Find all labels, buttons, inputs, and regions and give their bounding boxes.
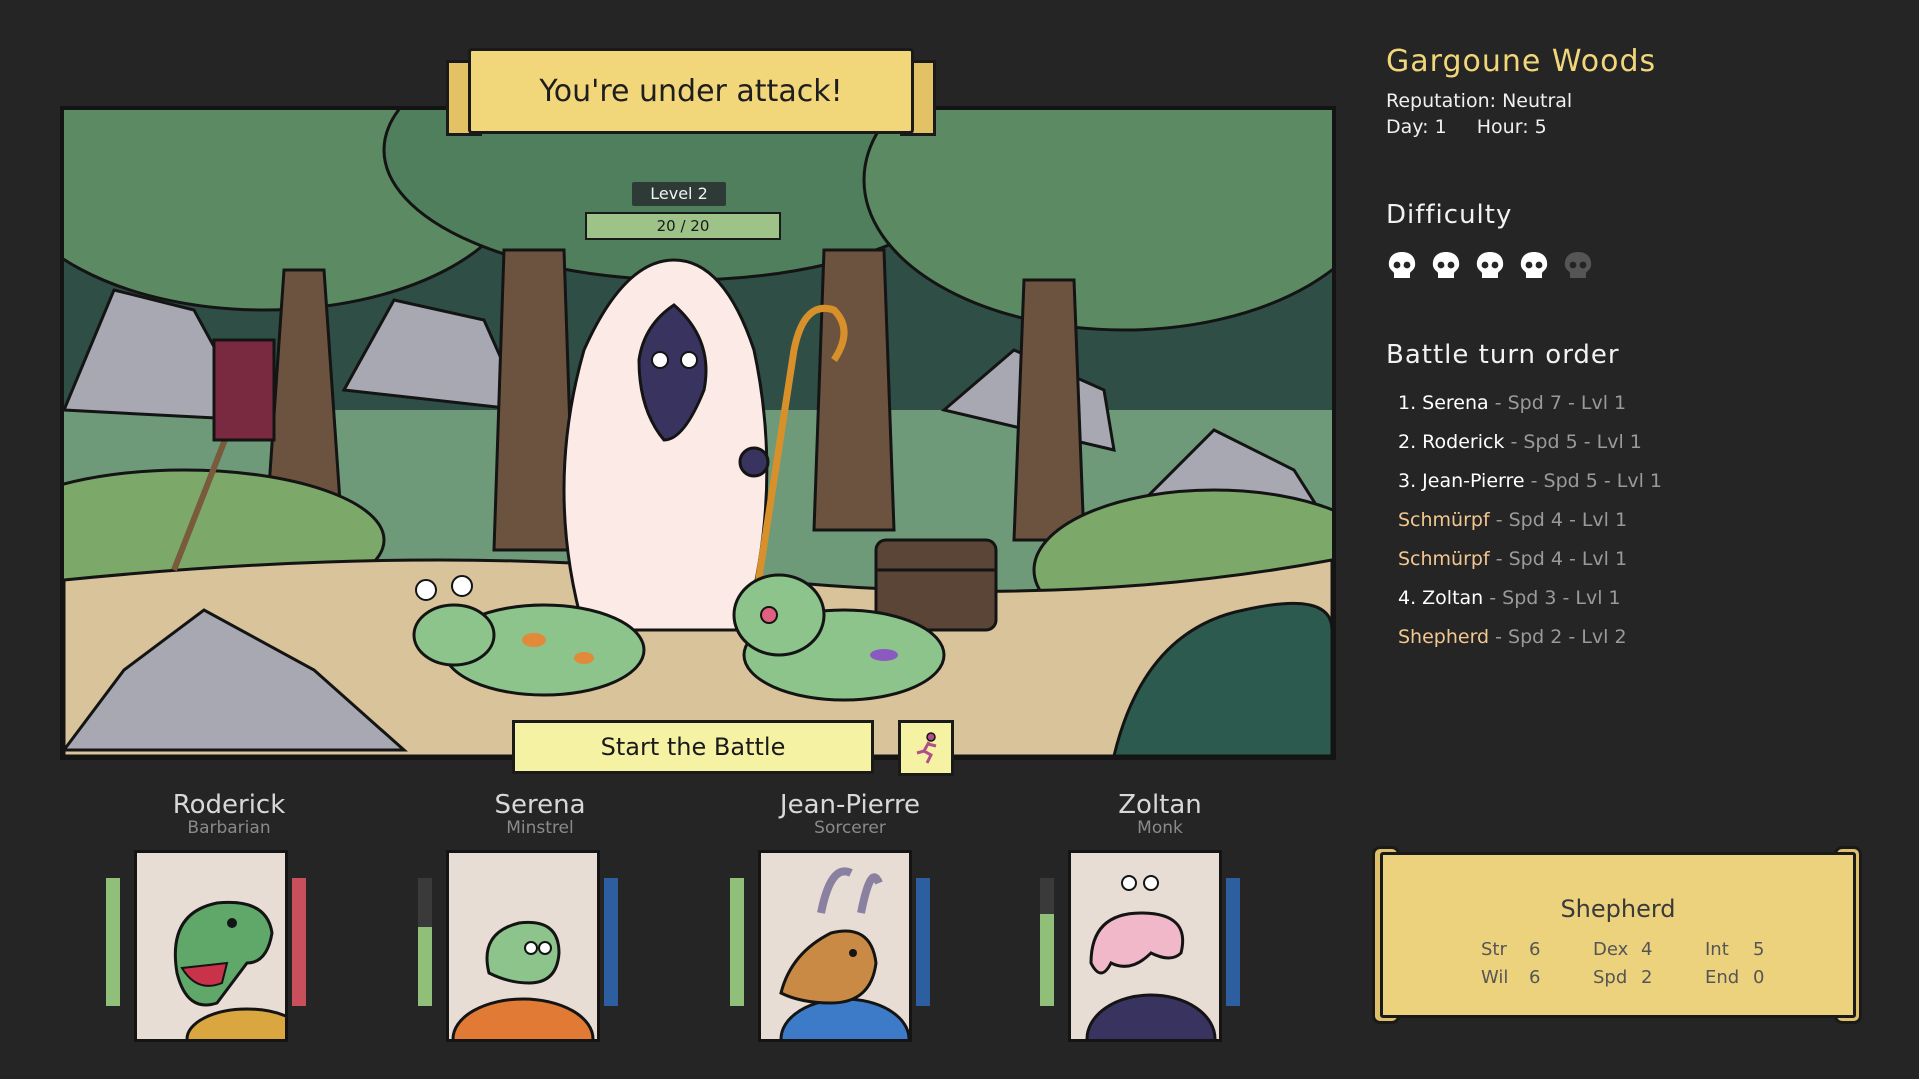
stat-value: 4 <box>1641 939 1653 960</box>
turn-order-stats: - Spd 4 - Lvl 1 <box>1489 548 1628 570</box>
time-readout: Day: 1 Hour: 5 <box>1386 116 1547 138</box>
turn-order-name: 1. Serena <box>1398 392 1489 414</box>
forest-background <box>64 110 1332 756</box>
selected-unit-name: Shepherd <box>1560 895 1676 923</box>
start-battle-button[interactable]: Start the Battle <box>512 720 874 774</box>
turn-order-item: Schmürpf - Spd 4 - Lvl 1 <box>1398 548 1662 587</box>
hero-health-bar <box>1040 878 1054 1006</box>
hero-class: Monk <box>1137 818 1183 838</box>
difficulty-title: Difficulty <box>1386 200 1513 230</box>
stat-label: Wil <box>1481 967 1509 988</box>
selected-unit-scroll: Shepherd Str 6 Dex 4 Int 5 Wil 6 Spd 2 End 0 <box>1380 852 1856 1018</box>
hero-health-bar <box>106 878 120 1006</box>
hero-name: Zoltan <box>1118 790 1202 820</box>
stat-row: Wil 6 Spd 2 End 0 <box>1481 967 1817 995</box>
turn-order-item: 3. Jean-Pierre - Spd 5 - Lvl 1 <box>1398 470 1662 509</box>
turn-order-name: Schmürpf <box>1398 509 1490 531</box>
skull-icon <box>1386 250 1418 284</box>
selected-unit-stats: Str 6 Dex 4 Int 5 Wil 6 Spd 2 End 0 <box>1481 939 1817 995</box>
hero-resource-bar <box>1226 878 1240 1006</box>
stat-label: Dex <box>1593 939 1629 960</box>
turn-order-stats: - Spd 3 - Lvl 1 <box>1483 587 1621 609</box>
stat-label: Spd <box>1593 967 1628 988</box>
turn-order-item: 1. Serena - Spd 7 - Lvl 1 <box>1398 392 1662 431</box>
skull-icon <box>1562 250 1594 284</box>
reputation-label: Reputation: Neutral <box>1386 90 1573 112</box>
hero-portrait[interactable] <box>134 850 288 1042</box>
hero-portrait[interactable] <box>758 850 912 1042</box>
turn-order-name: 2. Roderick <box>1398 431 1505 453</box>
turn-order-name: 4. Zoltan <box>1398 587 1484 609</box>
turn-order-stats: - Spd 2 - Lvl 2 <box>1489 626 1627 648</box>
hero-resource-bar <box>916 878 930 1006</box>
day-label: Day: 1 <box>1386 116 1447 138</box>
enemy-health-bar: 20 / 20 <box>585 212 781 240</box>
enemy-level-label: Level 2 <box>632 182 726 206</box>
hour-label: Hour: 5 <box>1476 116 1547 138</box>
flee-button[interactable] <box>898 720 954 776</box>
skull-icon <box>1474 250 1506 284</box>
stat-value: 0 <box>1753 967 1765 988</box>
hero-portrait[interactable] <box>1068 850 1222 1042</box>
encounter-title-banner: You're under attack! <box>468 48 914 134</box>
hero-name: Roderick <box>172 790 286 820</box>
turn-order-name: Shepherd <box>1398 626 1490 648</box>
stat-value: 2 <box>1641 967 1653 988</box>
stat-value: 6 <box>1529 967 1541 988</box>
skull-icon <box>1430 250 1462 284</box>
turn-order-stats: - Spd 4 - Lvl 1 <box>1489 509 1628 531</box>
turn-order-item: 2. Roderick - Spd 5 - Lvl 1 <box>1398 431 1662 470</box>
hero-health-bar <box>730 878 744 1006</box>
hero-resource-bar <box>604 878 618 1006</box>
running-man-icon <box>916 732 937 764</box>
difficulty-skulls <box>1386 250 1594 284</box>
hero-portrait[interactable] <box>446 850 600 1042</box>
stat-value: 6 <box>1529 939 1541 960</box>
turn-order-stats: - Spd 5 - Lvl 1 <box>1504 431 1642 453</box>
turn-order-item: Shepherd - Spd 2 - Lvl 2 <box>1398 626 1662 665</box>
turn-order-stats: - Spd 7 - Lvl 1 <box>1488 392 1627 414</box>
skull-icon <box>1518 250 1550 284</box>
hero-name: Jean-Pierre <box>779 790 921 820</box>
turn-order-list: 1. Serena - Spd 7 - Lvl 1 2. Roderick - S… <box>1398 392 1662 665</box>
stat-value: 5 <box>1753 939 1765 960</box>
turn-order-item: 4. Zoltan - Spd 3 - Lvl 1 <box>1398 587 1662 626</box>
turn-order-title: Battle turn order <box>1386 340 1620 370</box>
hero-class: Sorcerer <box>814 818 886 838</box>
stat-label: Int <box>1705 939 1729 960</box>
hero-name: Serena <box>494 790 586 820</box>
stat-row: Str 6 Dex 4 Int 5 <box>1481 939 1817 967</box>
location-name: Gargoune Woods <box>1386 44 1657 79</box>
hero-health-bar <box>418 878 432 1006</box>
hero-class: Barbarian <box>187 818 271 838</box>
hero-class: Minstrel <box>506 818 574 838</box>
turn-order-name: 3. Jean-Pierre <box>1398 470 1525 492</box>
stat-label: Str <box>1481 939 1507 960</box>
hero-resource-bar <box>292 878 306 1006</box>
encounter-title: You're under attack! <box>539 73 843 109</box>
turn-order-item: Schmürpf - Spd 4 - Lvl 1 <box>1398 509 1662 548</box>
turn-order-stats: - Spd 5 - Lvl 1 <box>1524 470 1662 492</box>
turn-order-name: Schmürpf <box>1398 548 1490 570</box>
stat-label: End <box>1705 967 1740 988</box>
